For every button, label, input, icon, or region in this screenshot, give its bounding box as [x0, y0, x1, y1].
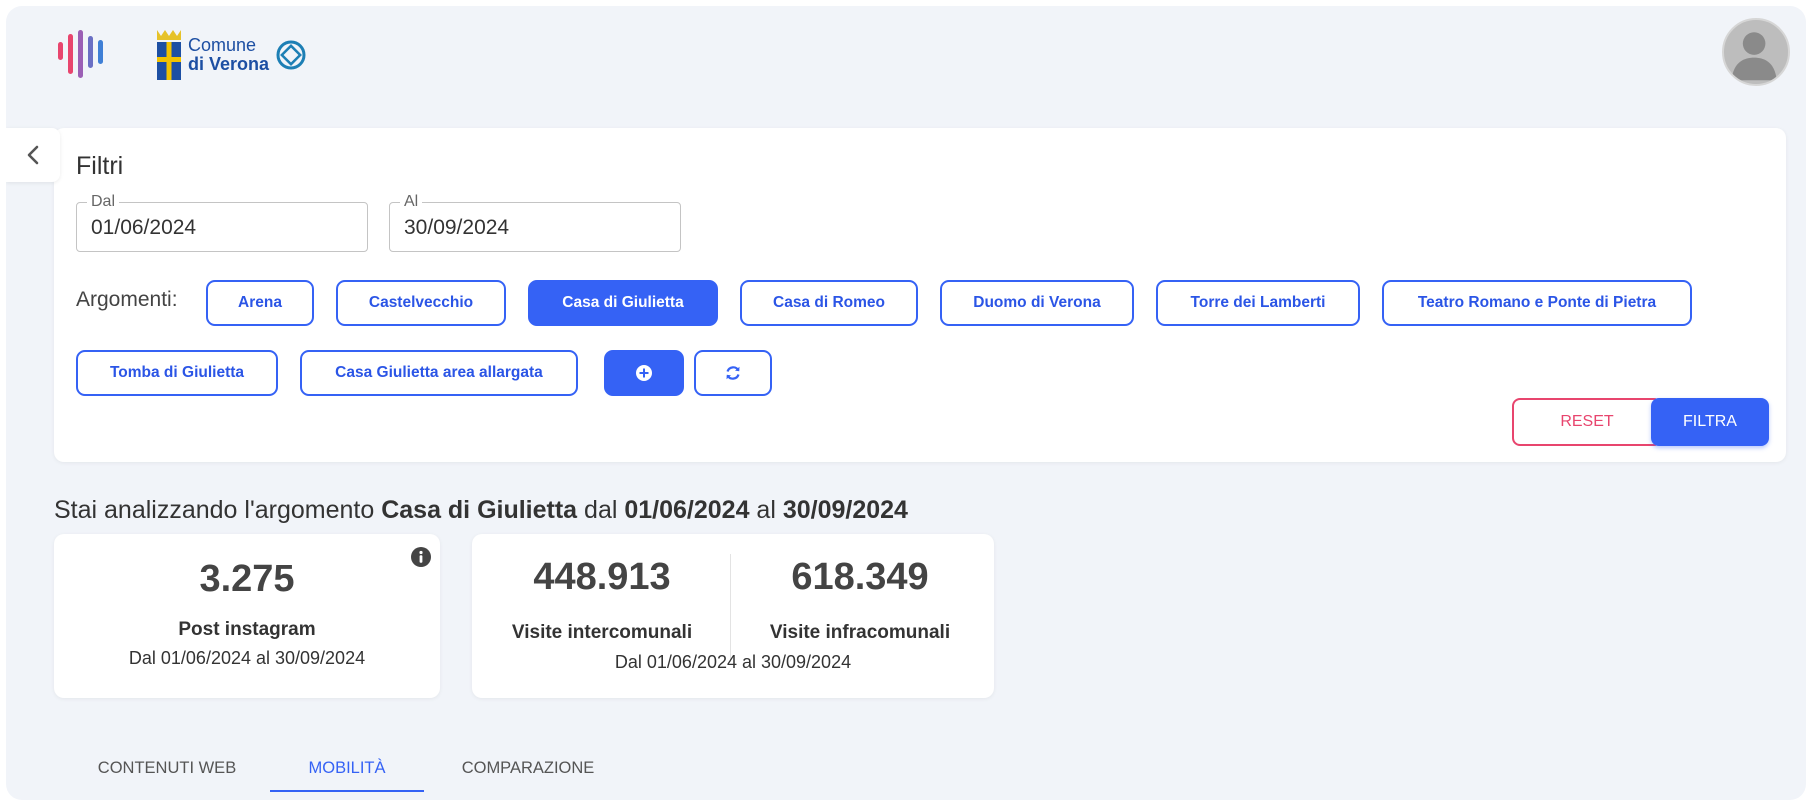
topic-chip-torre-dei-lamberti[interactable]: Torre dei Lamberti [1156, 280, 1360, 326]
intercomunali-visits-value: 448.913 [533, 556, 671, 598]
tab-comparazione[interactable]: COMPARAZIONE [450, 746, 606, 790]
active-tab-indicator [270, 790, 424, 792]
tab-mobilita[interactable]: MOBILITÀ [270, 746, 424, 790]
visits-metric-card: 448.913 618.349 Visite intercomunali Vis… [472, 534, 994, 698]
crest-icon [157, 30, 181, 80]
user-avatar[interactable] [1722, 18, 1790, 86]
comune-di-verona-logo: Comune di Verona [154, 28, 307, 82]
brand-line-2: di Verona [188, 54, 270, 74]
reset-button[interactable]: RESET [1512, 398, 1662, 446]
date-from-value: 01/06/2024 [91, 216, 197, 239]
app-frame: Comune di Verona Filtri Dal 01/06/2024 A… [6, 6, 1806, 800]
infracomunali-visits-label: Visite infracomunali [769, 622, 951, 643]
topic-chip-tomba-di-giulietta[interactable]: Tomba di Giulietta [76, 350, 278, 396]
filter-button[interactable]: FILTRA [1651, 398, 1769, 446]
infracomunali-visits-value: 618.349 [791, 556, 929, 598]
sidebar-toggle-button[interactable] [6, 128, 60, 182]
brand-line-1: Comune [188, 35, 257, 55]
analysis-summary: Stai analizzando l'argomento Casa di Giu… [54, 496, 908, 524]
topic-chip-casa-di-giulietta[interactable]: Casa di Giulietta [528, 280, 718, 326]
date-from-field[interactable]: Dal 01/06/2024 [76, 193, 368, 252]
chevron-left-icon [27, 145, 39, 165]
instagram-posts-range: Dal 01/06/2024 al 30/09/2024 [128, 648, 366, 668]
instagram-posts-label: Post instagram [178, 619, 316, 640]
unesco-icon [276, 40, 306, 70]
topic-chip-casa-di-romeo[interactable]: Casa di Romeo [740, 280, 918, 326]
topic-chip-teatro-romano[interactable]: Teatro Romano e Ponte di Pietra [1382, 280, 1692, 326]
topics-label: Argomenti: [76, 288, 178, 311]
plus-circle-icon [636, 365, 652, 381]
date-to-label: Al [400, 193, 423, 211]
refresh-icon [726, 366, 740, 380]
metric-divider [730, 554, 731, 662]
app-logo-icon [58, 30, 103, 78]
add-topic-button[interactable] [604, 350, 684, 396]
user-icon [1731, 32, 1777, 81]
instagram-posts-value: 3.275 [199, 558, 295, 600]
instagram-metric-card: 3.275 Post instagram Dal 01/06/2024 al 3… [54, 534, 440, 698]
date-from-label: Dal [87, 193, 120, 211]
filters-title: Filtri [76, 152, 124, 180]
topic-chip-casa-giulietta-area-allargata[interactable]: Casa Giulietta area allargata [300, 350, 578, 396]
tab-contenuti-web[interactable]: CONTENUTI WEB [82, 746, 252, 790]
refresh-topics-button[interactable] [694, 350, 772, 396]
visits-range: Dal 01/06/2024 al 30/09/2024 [614, 652, 852, 672]
topic-chip-castelvecchio[interactable]: Castelvecchio [336, 280, 506, 326]
topic-chip-duomo-di-verona[interactable]: Duomo di Verona [940, 280, 1134, 326]
filters-panel: Filtri Dal 01/06/2024 Al 30/09/2024 Argo… [54, 128, 1786, 462]
date-to-field[interactable]: Al 30/09/2024 [389, 193, 681, 252]
date-to-value: 30/09/2024 [404, 216, 510, 239]
topic-chip-arena[interactable]: Arena [206, 280, 314, 326]
intercomunali-visits-label: Visite intercomunali [511, 622, 693, 643]
